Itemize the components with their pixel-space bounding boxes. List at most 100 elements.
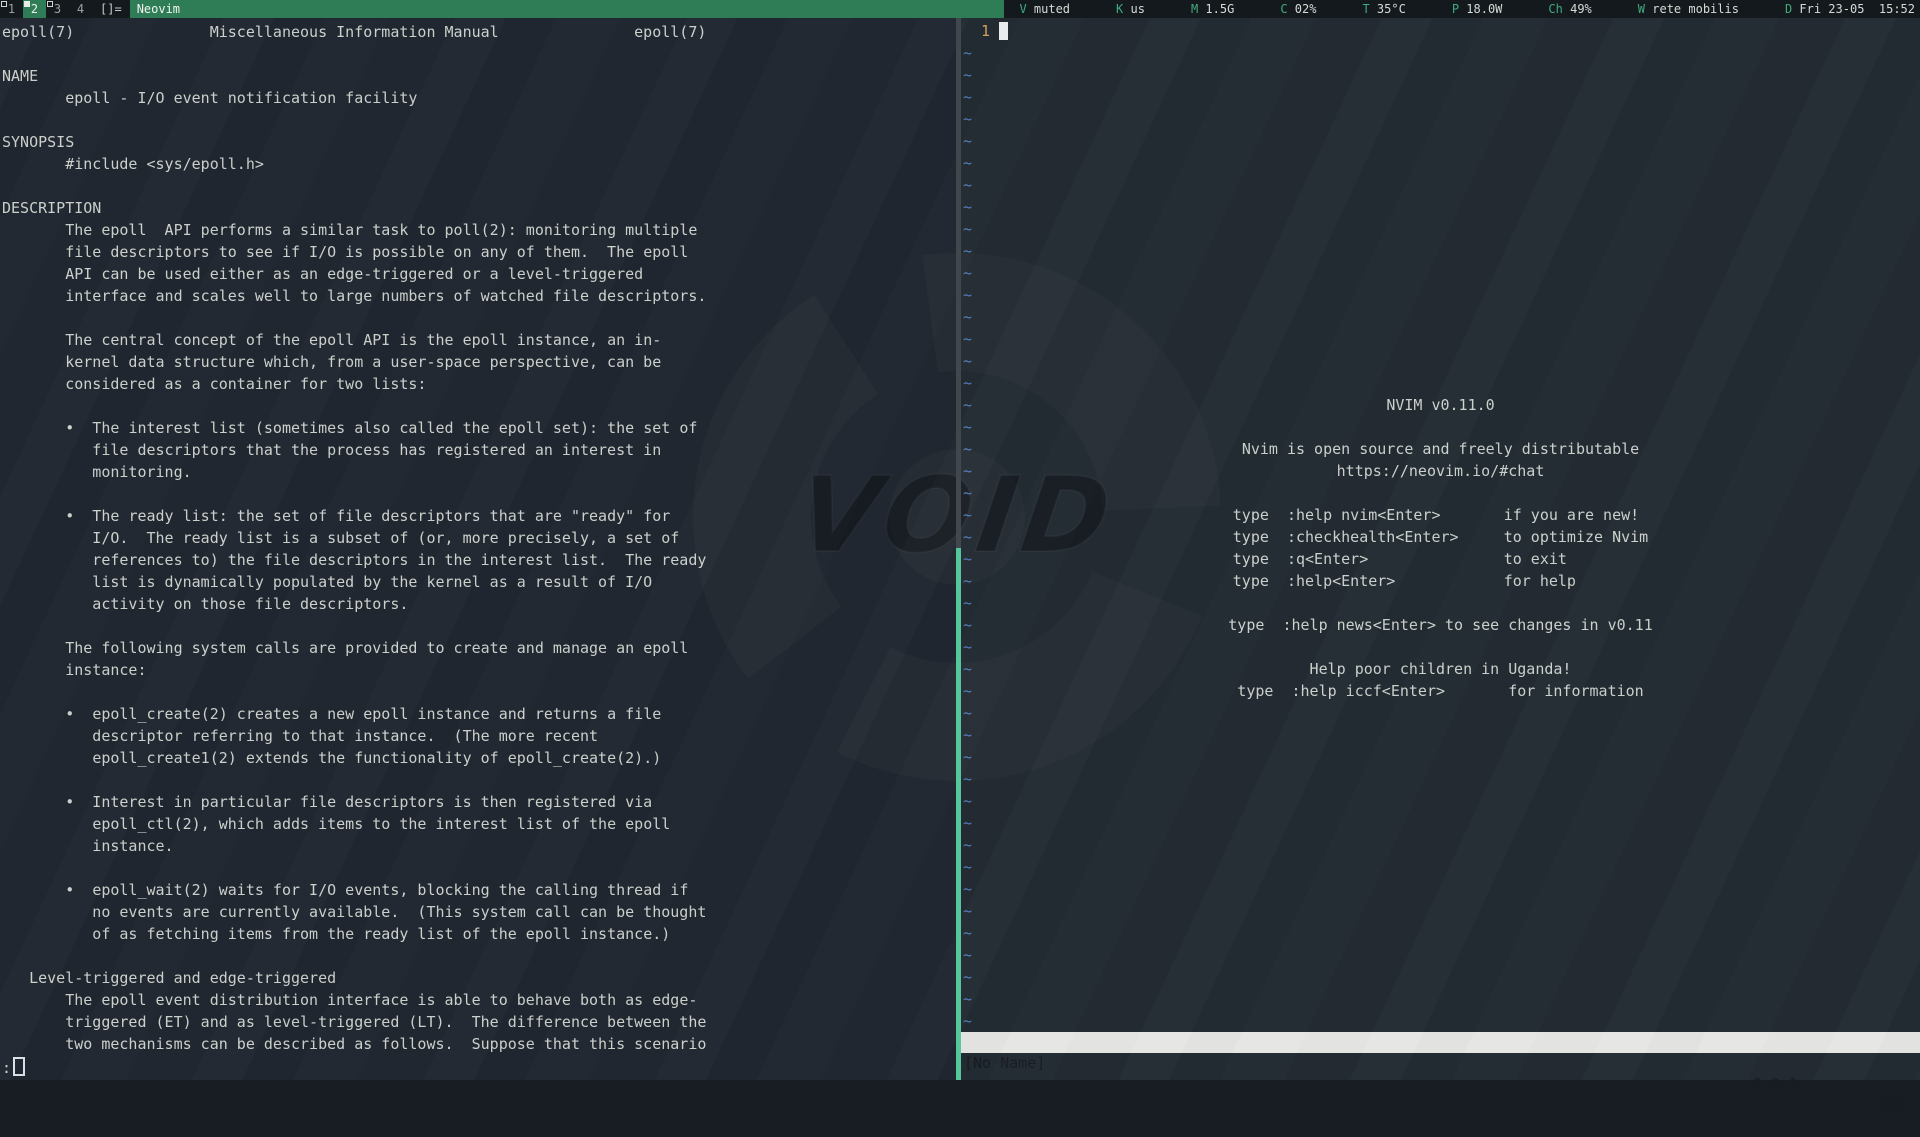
status-module-value: 1.5G [1198,2,1234,16]
text-line: The epoll event distribution interface i… [2,991,956,1013]
empty-line-tilde: ~ [963,44,1920,66]
neovim-window[interactable]: 1 ~~~~~~~~~~~~~~~~~~~~~~~~~~~~~~~~~~~~~~… [961,18,1920,1080]
text-line: API can be used either as an edge-trigge… [2,265,956,287]
text-line: DESCRIPTION [2,199,956,221]
status-module-label: T [1362,2,1369,16]
empty-line-tilde: ~ [963,814,1920,836]
empty-line-tilde: ~ [963,792,1920,814]
empty-line-tilde: ~ [963,264,1920,286]
line-number: 1 [963,22,999,40]
text-line: type :q<Enter> to exit [961,550,1920,572]
text-line: • Interest in particular file descriptor… [2,793,956,815]
empty-line-tilde: ~ [963,308,1920,330]
empty-line-tilde: ~ [963,946,1920,968]
status-module-label: C [1280,2,1287,16]
text-line: kernel data structure which, from a user… [2,353,956,375]
empty-line-tilde: ~ [963,968,1920,990]
text-line [2,45,956,67]
layout-symbol[interactable]: []= [92,0,130,18]
empty-line-tilde: ~ [963,242,1920,264]
text-line: NAME [2,67,956,89]
status-module-value: muted [1027,2,1070,16]
empty-line-tilde: ~ [963,110,1920,132]
text-line: references to) the file descriptors in t… [2,551,956,573]
tag-occupied-indicator [1,1,7,7]
text-line: The central concept of the epoll API is … [2,331,956,353]
tag-label: 4 [77,2,84,16]
status-module-value: Fri 23-05 15:52 [1792,2,1915,16]
empty-line-tilde: ~ [963,748,1920,770]
text-line: https://neovim.io/#chat [961,462,1920,484]
status-module-value: rete mobilis [1645,2,1739,16]
status-module-value: 18.0W [1459,2,1502,16]
status-module-value: 49% [1563,2,1592,16]
text-line: epoll_ctl(2), which adds items to the in… [2,815,956,837]
text-line: • The interest list (sometimes also call… [2,419,956,441]
text-line: of as fetching items from the ready list… [2,925,956,947]
text-line: type :checkhealth<Enter> to optimize Nvi… [961,528,1920,550]
status-module-value: 35°C [1370,2,1406,16]
empty-line-tilde: ~ [963,132,1920,154]
text-line: epoll_create1(2) extends the functionali… [2,749,956,771]
empty-line-tilde: ~ [963,704,1920,726]
text-line: SYNOPSIS [2,133,956,155]
text-line: • The ready list: the set of file descri… [2,507,956,529]
man-page-terminal-window[interactable]: epoll(7) Miscellaneous Information Manua… [0,18,956,1080]
neovim-intro-message: NVIM v0.11.0Nvim is open source and free… [961,396,1920,704]
empty-line-tilde: ~ [963,836,1920,858]
status-module-d: D Fri 23-05 15:52 [1785,0,1915,18]
tag-label: 2 [31,2,38,16]
text-line [961,638,1920,660]
status-module-value: 02% [1288,2,1317,16]
empty-line-tilde: ~ [963,220,1920,242]
empty-line-tilde: ~ [963,374,1920,396]
text-line: • epoll_wait(2) waits for I/O events, bl… [2,881,956,903]
text-line: epoll(7) Miscellaneous Information Manua… [2,23,956,45]
text-line [2,177,956,199]
workspace-tag-3[interactable]: 3 [46,0,69,18]
text-line: type :help news<Enter> to see changes in… [961,616,1920,638]
text-line: two mechanisms can be described as follo… [2,1035,956,1057]
man-page-text: epoll(7) Miscellaneous Information Manua… [0,18,956,1079]
text-line: activity on those file descriptors. [2,595,956,617]
workspace-tag-2[interactable]: 2 [23,0,46,18]
empty-line-tilde: ~ [963,198,1920,220]
status-module-label: V [1019,2,1026,16]
status-bar: 1234 []= Neovim V mutedK usM 1.5GC 02%T … [0,0,1920,18]
empty-line-tilde: ~ [963,990,1920,1012]
status-module-label: P [1452,2,1459,16]
text-line [2,485,956,507]
tag-occupied-indicator [47,1,53,7]
window-title: Neovim [130,0,1005,18]
text-line: file descriptors that the process has re… [2,441,956,463]
status-module-v: V muted [1019,0,1070,18]
status-module-value: us [1123,2,1145,16]
tag-occupied-indicator [24,1,30,7]
empty-line-tilde: ~ [963,66,1920,88]
tag-label: 1 [8,2,15,16]
statusline-filename: [No Name] [964,1053,1045,1074]
window-divider[interactable] [956,18,961,1080]
text-line: interface and scales well to large numbe… [2,287,956,309]
text-line [2,683,956,705]
text-line: type :help nvim<Enter> if you are new! [961,506,1920,528]
empty-line-tilde: ~ [963,176,1920,198]
workspace-tag-4[interactable]: 4 [69,0,92,18]
status-module-ch: Ch 49% [1548,0,1591,18]
text-line: file descriptors to see if I/O is possib… [2,243,956,265]
workspace-tag-1[interactable]: 1 [0,0,23,18]
empty-line-tilde: ~ [963,858,1920,880]
text-line: The following system calls are provided … [2,639,956,661]
text-line: epoll - I/O event notification facility [2,89,956,111]
status-module-p: P 18.0W [1452,0,1503,18]
text-line: The epoll API performs a similar task to… [2,221,956,243]
text-line: descriptor referring to that instance. (… [2,727,956,749]
text-line [961,484,1920,506]
text-line [2,397,956,419]
status-modules: V mutedK usM 1.5GC 02%T 35°CP 18.0WCh 49… [1004,0,1920,18]
text-line: triggered (ET) and as level-triggered (L… [2,1013,956,1035]
text-line: I/O. The ready list is a subset of (or, … [2,529,956,551]
text-line: #include <sys/epoll.h> [2,155,956,177]
empty-line-tilde: ~ [963,88,1920,110]
status-module-m: M 1.5G [1191,0,1234,18]
